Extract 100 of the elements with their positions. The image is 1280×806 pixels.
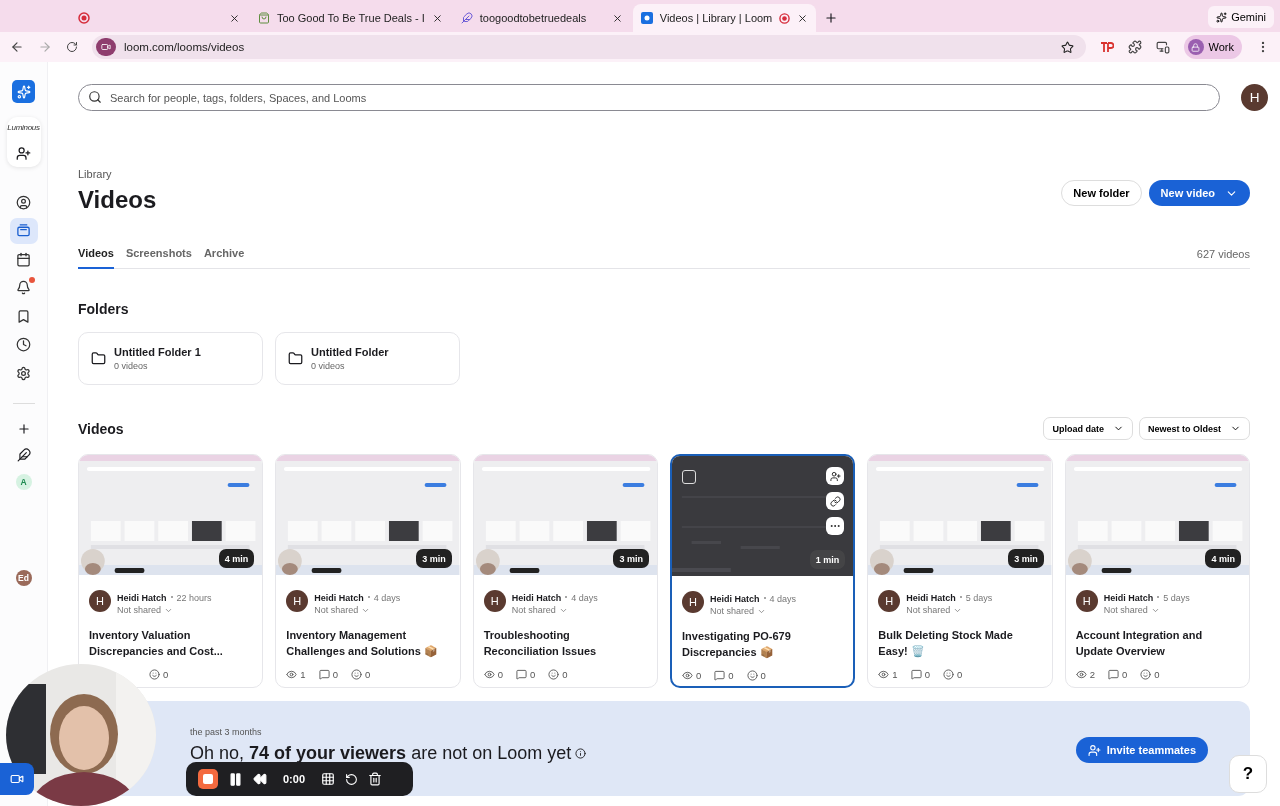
logo-icon[interactable] <box>12 80 35 103</box>
star-icon[interactable] <box>1060 40 1074 54</box>
sharing-dropdown[interactable]: Not shared <box>906 605 963 615</box>
workspace-logo[interactable]: Luminous <box>7 123 40 132</box>
add-user-icon[interactable] <box>16 146 31 161</box>
tab[interactable]: Videos <box>78 238 114 269</box>
folder-card[interactable]: Untitled Folder 1 0 videos <box>78 332 263 385</box>
record-icon <box>78 12 90 24</box>
video-title[interactable]: Investigating PO-679 Discrepancies 📦 <box>682 628 844 660</box>
video-card[interactable]: 4 min H Heidi Hatch 5 days Not shared Account Integration and Update Overview 2 0 0 <box>1064 454 1250 688</box>
back-icon[interactable] <box>10 40 24 54</box>
stat-count: 0 <box>350 669 371 680</box>
tab-search-icon[interactable] <box>1155 40 1170 54</box>
author-avatar: H <box>483 590 506 612</box>
browser-tab[interactable]: toogoodtobetruedeals <box>452 4 631 32</box>
plus-icon[interactable] <box>16 421 31 436</box>
new-folder-button[interactable]: New folder <box>1061 180 1142 206</box>
invite-button[interactable]: Invite teammates <box>1075 737 1208 763</box>
stat-count: 0 <box>515 669 536 680</box>
close-icon[interactable] <box>229 12 240 24</box>
new-tab-icon[interactable] <box>824 11 839 25</box>
smile-icon <box>942 669 954 680</box>
new-video-button[interactable]: New video <box>1148 180 1250 206</box>
user-avatar[interactable]: H <box>1241 84 1268 111</box>
duration-badge: 3 min <box>416 549 452 568</box>
folder-icon <box>288 351 303 366</box>
sharing-dropdown[interactable]: Not shared <box>710 606 766 616</box>
upload-time: 4 days <box>373 593 401 603</box>
share-button[interactable] <box>826 467 845 485</box>
info-icon[interactable] <box>575 748 587 759</box>
video-title[interactable]: Account Integration and Update Overview <box>1075 627 1239 659</box>
video-title[interactable]: Inventory Valuation Discrepancies and Cost... <box>89 627 253 659</box>
sidebar-item[interactable] <box>9 217 38 244</box>
upload-time: 4 days <box>571 593 598 603</box>
video-card[interactable]: 1 min H Heidi Hatch 4 days Not shared Investigating PO-679 Discrepancies 📦 0 0 0 <box>670 454 856 688</box>
video-card[interactable]: 4 min H Heidi Hatch 22 hours Not shared Inventory Valuation Discrepancies and Cost... 0 <box>78 454 264 688</box>
sharing-dropdown[interactable]: Not shared <box>314 605 371 615</box>
extension-icon[interactable] <box>1099 41 1114 53</box>
stat-count: 0 <box>910 669 930 680</box>
smile-icon <box>548 669 560 680</box>
stat-count: 0 <box>483 669 503 680</box>
search-field[interactable]: Search for people, tags, folders, Spaces, and Looms <box>78 84 1220 111</box>
stat-count: 0 <box>746 670 766 681</box>
feather-icon[interactable] <box>16 447 31 462</box>
library-icon <box>16 223 31 238</box>
duration-badge: 1 min <box>809 550 846 569</box>
pause-button[interactable] <box>228 771 243 787</box>
video-card[interactable]: 3 min H Heidi Hatch 4 days Not shared Troubleshooting Reconciliation Issues 0 0 0 <box>472 454 658 688</box>
rewind-button[interactable] <box>253 772 267 786</box>
comment-icon <box>515 669 527 680</box>
space-avatar[interactable]: A <box>15 473 32 490</box>
delete-button[interactable] <box>368 772 383 786</box>
comment-icon <box>318 669 330 680</box>
smile-icon <box>350 669 362 680</box>
video-icon <box>96 38 116 56</box>
upload-time: 5 days <box>965 593 993 603</box>
close-icon[interactable] <box>611 12 623 24</box>
close-icon[interactable] <box>431 12 443 24</box>
video-title[interactable]: Troubleshooting Reconciliation Issues <box>483 627 647 659</box>
video-card[interactable]: 3 min H Heidi Hatch 5 days Not shared Bulk Deleting Stock Made Easy! 🗑 1 0 0 <box>867 454 1053 688</box>
user-avatar[interactable]: Ed <box>15 569 32 586</box>
author-name: Heidi Hatch <box>906 593 956 603</box>
close-icon[interactable] <box>797 12 809 24</box>
profile-button[interactable]: Work <box>1183 35 1242 59</box>
puzzle-icon[interactable] <box>1127 40 1142 54</box>
camera-button[interactable] <box>0 763 34 795</box>
sort-dropdown[interactable]: Newest to Oldest <box>1139 417 1250 440</box>
sort-dropdown[interactable]: Upload date <box>1043 417 1133 440</box>
more-button[interactable] <box>826 517 845 535</box>
duration-badge: 4 min <box>1205 549 1241 568</box>
copy-link-button[interactable] <box>826 492 845 510</box>
reload-icon[interactable] <box>66 41 78 53</box>
recording-time: 0:00 <box>283 773 306 785</box>
gemini-button[interactable]: Gemini <box>1208 6 1274 28</box>
address-bar[interactable]: loom.com/looms/videos <box>92 35 1086 59</box>
browser-tab[interactable]: Too Good To Be True Deals - I <box>250 4 451 32</box>
video-title[interactable]: Inventory Management Challenges and Solutions 📦 <box>286 627 450 659</box>
tab[interactable]: Archive <box>203 238 245 269</box>
folder-card[interactable]: Untitled Folder 0 videos <box>275 332 460 385</box>
author-avatar: H <box>286 590 309 612</box>
video-title[interactable]: Bulk Deleting Stock Made Easy! 🗑 <box>878 627 1042 659</box>
stop-button[interactable] <box>198 769 218 789</box>
restart-button[interactable] <box>345 772 359 786</box>
section-heading: Folders <box>78 301 130 317</box>
sharing-dropdown[interactable]: Not shared <box>511 605 568 615</box>
lock-icon <box>1187 39 1204 55</box>
grid-button[interactable] <box>321 772 336 786</box>
sharing-dropdown[interactable]: Not shared <box>1103 605 1160 615</box>
sparkle-icon <box>1216 11 1228 23</box>
stat-count: 0 <box>1140 669 1160 680</box>
sharing-dropdown[interactable]: Not shared <box>117 605 174 615</box>
link-icon <box>829 495 841 507</box>
author-name: Heidi Hatch <box>117 593 167 603</box>
stat-count: 0 <box>149 669 169 680</box>
video-card[interactable]: 3 min H Heidi Hatch 4 days Not shared Inventory Management Challenges and Solutions 📦 1 0 0 <box>275 454 461 688</box>
browser-tab[interactable]: Videos | Library | Loom <box>632 4 817 32</box>
help-button[interactable]: ? <box>1229 755 1267 793</box>
select-checkbox[interactable] <box>682 470 696 484</box>
tab[interactable]: Screenshots <box>125 238 192 269</box>
comment-icon <box>1107 669 1119 680</box>
